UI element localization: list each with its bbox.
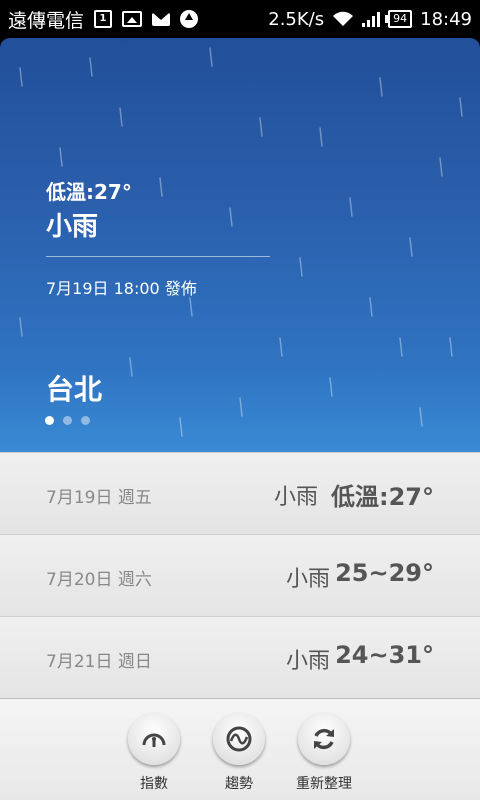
index-button[interactable]: 指數 <box>119 713 189 793</box>
divider <box>46 256 270 257</box>
index-label: 指數 <box>140 776 168 792</box>
forecast-temp: 低溫:27° <box>331 483 434 511</box>
refresh-button[interactable]: 重新整理 <box>289 713 359 793</box>
wifi-icon <box>333 11 354 26</box>
refresh-icon[interactable] <box>298 713 350 765</box>
forecast-condition: 小雨 <box>285 649 330 674</box>
forecast-list: 7月19日 週五 小雨 低溫:27° 7月20日 週六 小雨 25~29° 7月… <box>0 452 480 698</box>
trend-icon[interactable] <box>213 713 265 765</box>
forecast-condition: 小雨 <box>273 485 318 510</box>
clock: 18:49 <box>420 8 472 30</box>
forecast-row[interactable]: 7月19日 週五 小雨 低溫:27° <box>0 452 480 534</box>
battery-icon: 94 <box>385 10 413 28</box>
trend-label: 趨勢 <box>225 776 253 792</box>
image-icon <box>122 11 143 27</box>
status-bar: 遠傳電信 1 2.5K/s 94 18:49 <box>0 0 480 38</box>
current-low-temp: 低溫:27° <box>46 180 132 204</box>
signal-icon <box>362 11 381 27</box>
trend-button[interactable]: 趨勢 <box>204 713 274 793</box>
carrier-name: 遠傳電信 <box>8 9 85 32</box>
current-condition: 小雨 <box>46 212 99 242</box>
current-weather-panel[interactable]: 低溫:27° 小雨 7月19日 18:00 發佈 台北 <box>0 38 480 452</box>
forecast-date: 7月21日 週日 <box>46 652 152 672</box>
forecast-date: 7月20日 週六 <box>46 570 152 590</box>
upload-icon <box>180 10 199 28</box>
network-speed: 2.5K/s <box>268 8 325 30</box>
page-dot <box>63 416 72 425</box>
gauge-icon[interactable] <box>128 713 180 765</box>
page-indicator <box>45 416 90 425</box>
mail-icon <box>152 12 171 26</box>
weather-app: 低溫:27° 小雨 7月19日 18:00 發佈 台北 7月19日 週五 小雨 … <box>0 38 480 800</box>
calendar-icon: 1 <box>94 10 113 28</box>
forecast-condition: 小雨 <box>285 567 330 592</box>
refresh-label: 重新整理 <box>296 776 352 792</box>
forecast-temp: 25~29° <box>335 559 434 587</box>
bottom-toolbar: 指數 趨勢 重新整理 <box>0 698 480 800</box>
page-dot <box>45 416 54 425</box>
forecast-temp: 24~31° <box>335 641 434 669</box>
forecast-row[interactable]: 7月21日 週日 小雨 24~31° <box>0 616 480 698</box>
city-name: 台北 <box>46 373 103 406</box>
published-time: 7月19日 18:00 發佈 <box>46 279 197 298</box>
forecast-date: 7月19日 週五 <box>46 488 152 508</box>
status-bar-right: 2.5K/s 94 18:49 <box>268 9 472 30</box>
forecast-row[interactable]: 7月20日 週六 小雨 25~29° <box>0 534 480 616</box>
status-bar-left: 遠傳電信 1 <box>8 6 199 33</box>
page-dot <box>81 416 90 425</box>
